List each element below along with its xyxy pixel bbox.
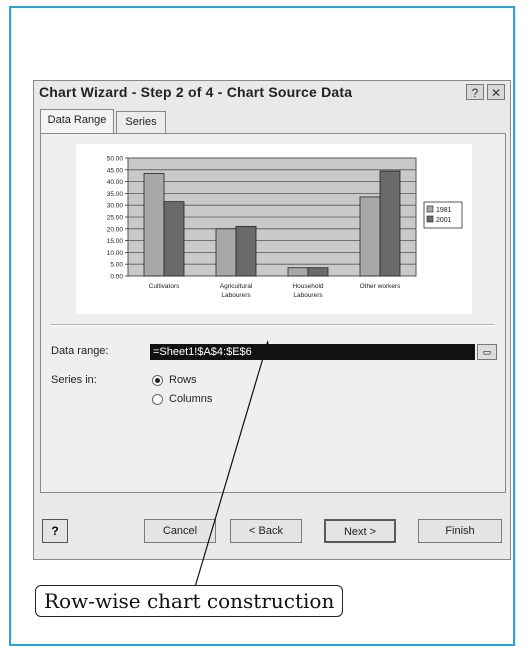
- collapse-range-icon[interactable]: ▭: [477, 344, 497, 360]
- x-tick-label: Labourers: [221, 292, 251, 299]
- chart-wizard-dialog: Chart Wizard - Step 2 of 4 - Chart Sourc…: [33, 80, 511, 560]
- tab-panel: 0.00 5.00 10.00 15.00 20.00 25.00 30.00 35.00 40…: [40, 133, 506, 493]
- y-tick-label: 45.00: [107, 167, 124, 174]
- y-tick-label: 40.00: [107, 179, 124, 186]
- tab-data-range[interactable]: Data Range: [40, 109, 114, 134]
- close-icon[interactable]: ✕: [487, 84, 505, 100]
- legend-swatch: [426, 215, 434, 223]
- bar-1981: [359, 196, 381, 277]
- y-tick-label: 20.00: [107, 226, 124, 233]
- y-tick-label: 25.00: [107, 215, 124, 222]
- bar-1981: [143, 172, 165, 277]
- legend-label: 2001: [436, 217, 452, 224]
- y-tick-label: 10.00: [107, 250, 124, 257]
- bar-chart: 0.00 5.00 10.00 15.00 20.00 25.00 30.00 35.00 40…: [107, 156, 463, 299]
- x-tick-label: Labourers: [293, 292, 323, 299]
- x-tick-label: Agricultural: [220, 283, 253, 290]
- figure-caption: Row-wise chart construction: [35, 585, 344, 617]
- y-tick-label: 30.00: [107, 203, 124, 210]
- columns-label[interactable]: Columns: [169, 393, 212, 405]
- y-tick-label: 15.00: [107, 238, 124, 245]
- bar-2001: [307, 267, 329, 277]
- separator: [51, 324, 495, 326]
- cancel-button[interactable]: Cancel: [144, 519, 216, 543]
- y-tick-label: 50.00: [107, 156, 124, 163]
- data-range-input[interactable]: =Sheet1!$A$4:$E$6: [150, 344, 475, 360]
- chart-preview: 0.00 5.00 10.00 15.00 20.00 25.00 30.00 35.00 40…: [76, 144, 472, 314]
- y-tick-label: 0.00: [110, 274, 123, 281]
- x-tick-label: Other workers: [360, 283, 402, 290]
- title-bar: Chart Wizard - Step 2 of 4 - Chart Sourc…: [34, 81, 510, 105]
- y-tick-label: 35.00: [107, 191, 124, 198]
- legend-swatch: [426, 205, 434, 213]
- bar-2001: [379, 170, 401, 277]
- bar-2001: [163, 201, 185, 277]
- legend-label: 1981: [436, 207, 452, 214]
- rows-label[interactable]: Rows: [169, 374, 197, 386]
- bar-1981: [287, 267, 309, 277]
- rows-radio[interactable]: [152, 375, 163, 386]
- back-button[interactable]: < Back: [230, 519, 302, 543]
- help-icon[interactable]: ?: [466, 84, 484, 100]
- x-tick-label: Cultivators: [149, 283, 180, 290]
- bar-2001: [235, 226, 257, 277]
- data-range-label: Data range:: [51, 345, 109, 357]
- series-in-label: Series in:: [51, 374, 97, 386]
- help-button[interactable]: ?: [42, 519, 68, 543]
- columns-radio[interactable]: [152, 394, 163, 405]
- x-tick-label: Household: [292, 283, 323, 290]
- tab-series[interactable]: Series: [116, 111, 166, 133]
- bar-1981: [215, 228, 237, 277]
- next-button[interactable]: Next >: [324, 519, 396, 543]
- finish-button[interactable]: Finish: [418, 519, 502, 543]
- y-tick-label: 5.00: [110, 262, 123, 269]
- dialog-title: Chart Wizard - Step 2 of 4 - Chart Sourc…: [39, 84, 353, 100]
